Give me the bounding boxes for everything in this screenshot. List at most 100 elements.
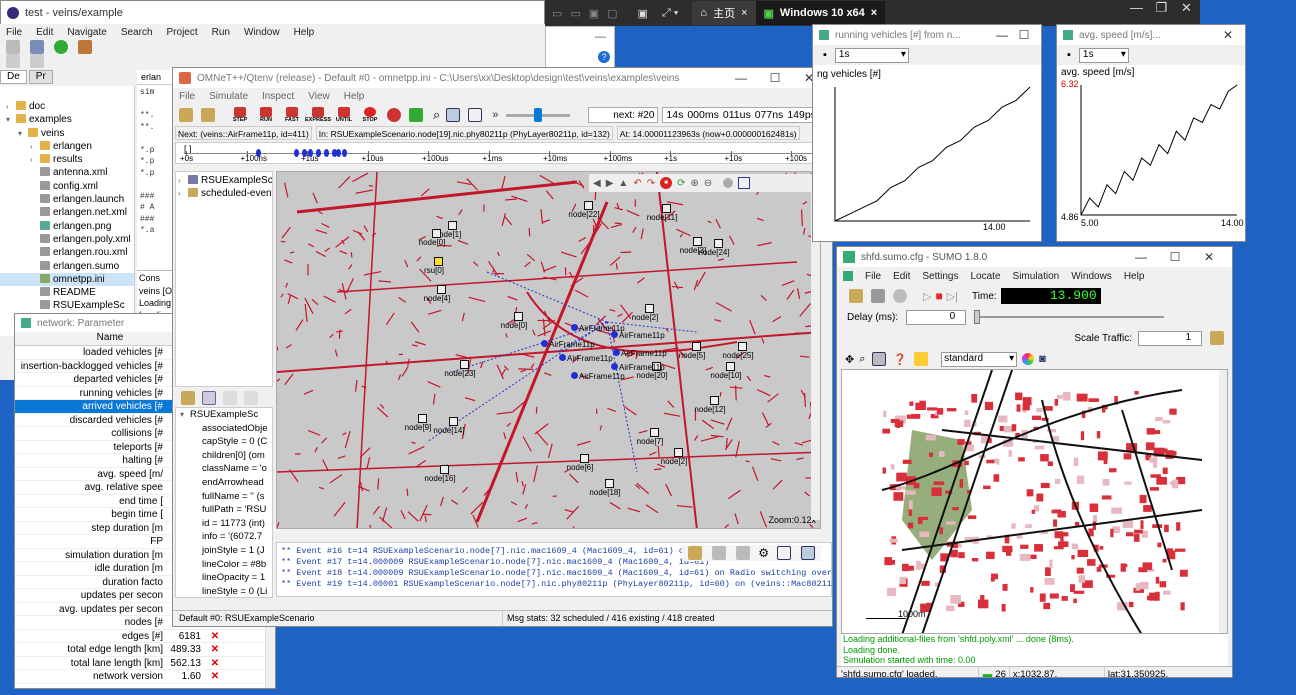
inspector-field[interactable]: capStyle = 0 (C: [180, 435, 272, 449]
flat-icon[interactable]: [244, 391, 258, 405]
sumo-menu-4[interactable]: Simulation: [1013, 271, 1060, 282]
minimize-icon[interactable]: —: [991, 28, 1013, 42]
vehicle-node[interactable]: node[11]: [647, 204, 681, 222]
tab-home[interactable]: ⌂ 主页 ×: [692, 1, 756, 25]
timeline-event-marker[interactable]: [256, 149, 261, 157]
camera-icon[interactable]: ◙: [1039, 353, 1046, 365]
inspector-field[interactable]: associatedObje: [180, 422, 272, 436]
chevron-down-icon[interactable]: ▾: [6, 113, 16, 126]
param-row[interactable]: network version 1.60 ✕: [15, 670, 275, 684]
toolbar-button-until[interactable]: UNTIL: [333, 107, 355, 123]
slider-handle[interactable]: [974, 310, 981, 324]
tree-item[interactable]: RSUExampleSc: [0, 299, 134, 312]
settings-icon[interactable]: [738, 177, 751, 189]
chevron-right-icon[interactable]: ›: [30, 140, 40, 153]
network-canvas[interactable]: node[22] node[11] node[1] node[0] node[24] no…: [276, 171, 821, 529]
vehicle-node[interactable]: node[23]: [444, 360, 479, 378]
color-wheel-icon[interactable]: [1022, 353, 1035, 365]
undo-icon[interactable]: ↶: [633, 178, 641, 189]
vehicle-node[interactable]: node[4]: [424, 285, 456, 303]
redo-icon[interactable]: ↷: [647, 178, 655, 189]
inspect-icon[interactable]: [181, 391, 195, 405]
minimize-icon[interactable]: —: [1124, 0, 1149, 26]
vehicle-node[interactable]: node[25]: [722, 342, 757, 360]
inspector-field[interactable]: lineColor = #8b: [180, 558, 272, 572]
calendar-icon[interactable]: [1210, 331, 1224, 345]
airframe-message[interactable]: AirFrame11p: [611, 329, 665, 341]
children-icon[interactable]: [202, 391, 216, 405]
rsu-node[interactable]: rsu[0]: [423, 257, 453, 275]
tab-debug[interactable]: De: [0, 70, 27, 84]
inspector-field[interactable]: fullName = '' (s: [180, 490, 272, 504]
chevron-right-icon[interactable]: ›: [30, 153, 40, 166]
param-row[interactable]: total lane length [km] 562.13 ✕: [15, 657, 275, 670]
name-header[interactable]: Name: [97, 332, 124, 343]
vehicle-node[interactable]: node[18]: [589, 479, 624, 497]
filter-icon[interactable]: [688, 546, 703, 560]
toolbar-button-express[interactable]: EXPRESS: [305, 107, 331, 123]
tree-item[interactable]: ▾ veins: [0, 127, 134, 140]
tree-item[interactable]: antenna.xml: [0, 166, 134, 179]
vehicle-node[interactable]: node[6]: [567, 454, 599, 472]
eclipse-menu-7[interactable]: Help: [294, 27, 315, 38]
map-scrollbar[interactable]: [1219, 370, 1227, 633]
play-icon[interactable]: ▷: [923, 290, 931, 303]
inspector-field[interactable]: info = '(6072.7: [180, 530, 272, 544]
tree-item[interactable]: ▾ examples: [0, 113, 134, 126]
sumo-menu-0[interactable]: File: [865, 271, 881, 282]
timeline[interactable]: [ ] +0s +100ns +1us +10us +100us +1ms +10ms +10…: [175, 142, 830, 164]
timeline-event-marker[interactable]: [302, 149, 307, 157]
eclipse-menu-1[interactable]: Edit: [36, 27, 53, 38]
open-icon[interactable]: [849, 289, 863, 303]
tree-item[interactable]: › RSUExampleScena: [178, 174, 272, 187]
tree-item[interactable]: › doc: [0, 100, 134, 113]
maximize-icon[interactable]: ☐: [758, 71, 792, 85]
editor-tab[interactable]: erlan: [137, 70, 177, 85]
tree-item[interactable]: erlangen.poly.xml: [0, 233, 134, 246]
more-icon[interactable]: »: [492, 109, 498, 121]
eclipse-menu-0[interactable]: File: [6, 27, 22, 38]
inspector-field[interactable]: endArrowhead: [180, 476, 272, 490]
tree-item[interactable]: omnetpp.ini: [0, 272, 134, 287]
vehicle-node[interactable]: node[10]: [710, 362, 745, 380]
up-icon[interactable]: ▲: [618, 178, 628, 189]
inspector-field[interactable]: lineStyle = 0 (Li: [180, 585, 272, 599]
back-icon[interactable]: ◀: [593, 178, 601, 189]
speed-slider[interactable]: [506, 107, 571, 122]
vehicle-node[interactable]: node[12]: [694, 396, 729, 414]
forward-icon[interactable]: ▶: [606, 178, 614, 189]
stop-icon[interactable]: ■: [660, 177, 673, 189]
zoom-icon[interactable]: ⌕: [859, 353, 865, 366]
search-icon[interactable]: ⌕: [433, 107, 440, 123]
tree-item[interactable]: erlangen.launch: [0, 193, 134, 206]
debug-icon[interactable]: [78, 40, 92, 54]
vehicle-node[interactable]: node[5]: [679, 342, 711, 360]
save-icon[interactable]: ▪: [823, 49, 827, 61]
console-icon[interactable]: ▣: [638, 7, 648, 20]
stop-icon[interactable]: ■: [935, 289, 942, 303]
timeline-event-marker[interactable]: [324, 149, 329, 157]
tree-item[interactable]: erlangen.net.xml: [0, 206, 134, 219]
airframe-message[interactable]: AirFrame11p: [541, 338, 595, 350]
chevron-down-icon[interactable]: ▾: [180, 408, 190, 422]
vehicle-node[interactable]: node[16]: [424, 465, 459, 483]
vehicle-node[interactable]: node[0]: [501, 312, 533, 330]
sumo-menu-3[interactable]: Locate: [971, 271, 1001, 282]
close-icon[interactable]: ✕: [1217, 28, 1239, 42]
zoom-out-icon[interactable]: ⊖: [704, 178, 712, 189]
slider-handle[interactable]: [534, 107, 543, 122]
step-icon[interactable]: ▷|: [947, 290, 958, 303]
interval-select[interactable]: 1s ▾: [1078, 47, 1129, 63]
maximize-icon[interactable]: ☐: [1013, 28, 1035, 42]
tree-item[interactable]: › results: [0, 153, 134, 166]
tree-item[interactable]: erlangen.png: [0, 220, 134, 233]
minimize-icon[interactable]: —: [1124, 250, 1158, 264]
airframe-message[interactable]: AirFrame11p: [559, 352, 613, 364]
reload-config-icon[interactable]: [871, 289, 885, 303]
layout2-icon[interactable]: [468, 108, 483, 122]
tab-vm[interactable]: ▣ Windows 10 x64 ×: [755, 1, 886, 25]
zoom-in-icon[interactable]: ⊕: [690, 178, 698, 189]
help-icon[interactable]: ?: [598, 51, 610, 63]
tree-item[interactable]: erlangen.sumo: [0, 260, 134, 273]
timeline-event-marker[interactable]: [294, 149, 299, 157]
